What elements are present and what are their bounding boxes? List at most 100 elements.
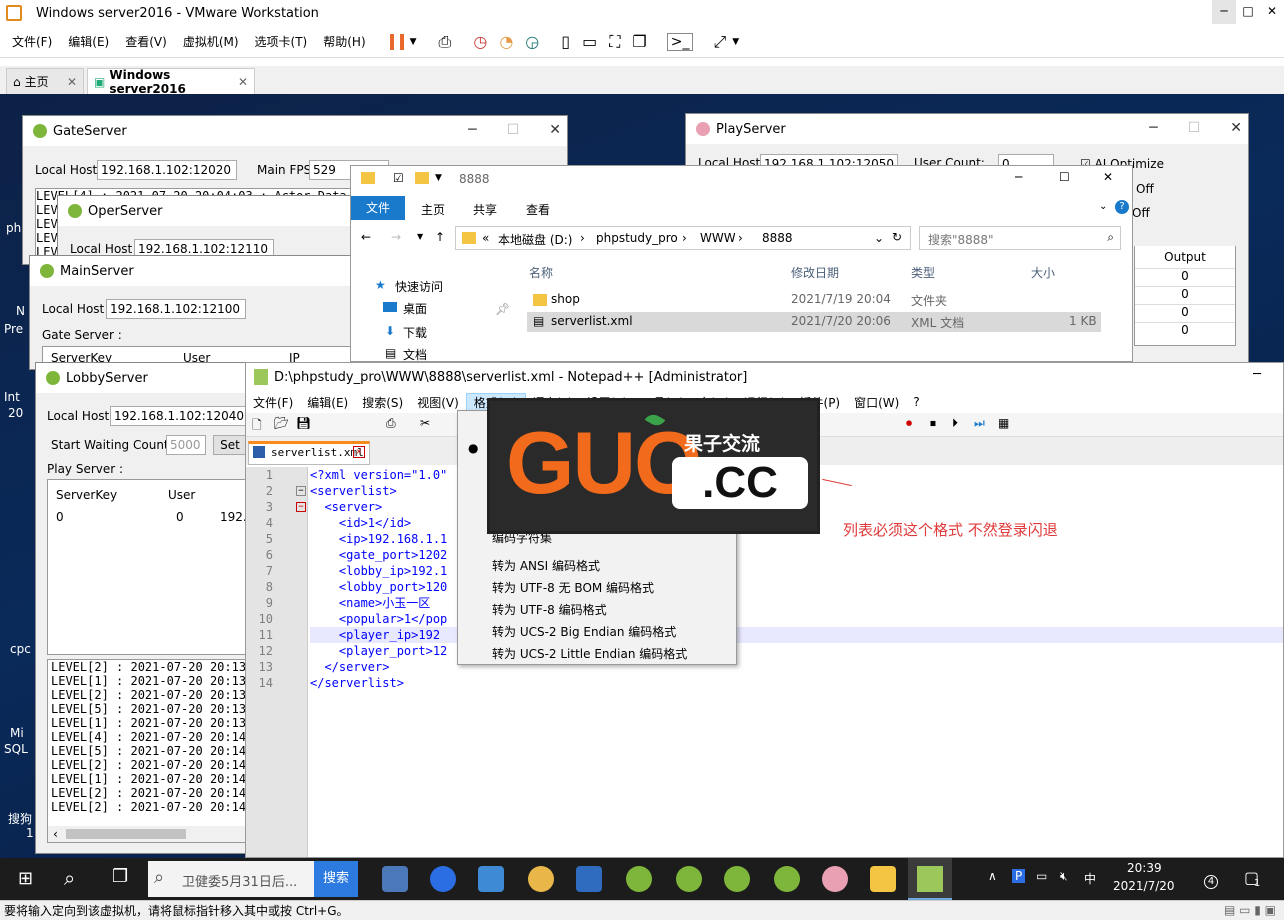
task-view-icon[interactable]: ❐ [112,866,128,887]
fold-icon[interactable]: − [296,486,306,496]
ribbon-tab-share[interactable]: 共享 [473,201,497,218]
fullscreen-icon[interactable]: ⛶ [609,32,620,52]
volume-muted-icon[interactable]: 🔇︎ [1060,869,1068,884]
file-explorer-icon[interactable] [870,866,896,892]
menu-vm[interactable]: 虚拟机(M) [175,33,247,50]
sogou-icon[interactable] [430,866,456,892]
local-host-field[interactable]: 192.168.1.102:12100 [106,299,246,319]
minimize-button[interactable]: ─ [1212,0,1236,24]
menu-help[interactable]: 帮助(H) [315,33,373,50]
search-icon[interactable]: ⌕ [1107,230,1114,245]
search-input[interactable]: 搜索"8888" ⌕ [919,226,1121,250]
breadcrumb-item[interactable]: 本地磁盘 (D:) [498,231,572,248]
file-row[interactable]: shop 2021/7/19 20:04 文件夹 [527,290,1101,310]
column-header-date[interactable]: 修改日期 [791,264,839,281]
horizontal-scrollbar[interactable]: ‹ [48,826,246,842]
unity-icon[interactable]: ❐ [632,32,646,51]
menu-edit[interactable]: 编辑(E) [300,394,355,411]
desktop-label[interactable]: Pre [4,322,23,336]
close-icon[interactable]: ✕ [353,446,365,458]
print-icon[interactable]: ⎙ [386,416,396,431]
chevron-up-icon[interactable]: ∧ [988,869,997,883]
nav-item-quick-access[interactable]: 快速访问 [395,278,443,295]
record-macro-icon[interactable]: ⏺ [906,416,912,431]
play-macro-icon[interactable]: ⏵ [952,416,958,431]
windows-start-icon[interactable]: ⊞ [18,868,33,889]
menu-edit[interactable]: 编辑(E) [60,33,117,50]
server-manager-icon[interactable] [382,866,408,892]
desktop-label[interactable]: SQL [4,742,28,756]
menu-file[interactable]: 文件(F) [246,394,300,411]
menu-view[interactable]: 视图(V) [410,394,466,411]
menu-view[interactable]: 查看(V) [117,33,175,50]
chevron-down-icon[interactable]: ▼ [417,232,423,241]
close-icon[interactable]: ✕ [67,75,77,89]
chevron-left-icon[interactable]: ‹ [52,827,59,841]
breadcrumb-item[interactable]: 8888 [762,231,793,245]
play-server-grid[interactable]: ServerKey User 0 0 192. [47,479,247,655]
desktop-label[interactable]: Mi [10,726,24,740]
lobby-log[interactable]: LEVEL[2] : 2021-07-20 20:13:18 : LEVEL[1… [47,659,247,843]
minimize-icon[interactable]: ─ [468,122,476,138]
desktop-label[interactable]: Int [4,390,20,404]
ime-p-icon[interactable]: P [1012,869,1026,883]
minimize-icon[interactable]: ─ [1015,170,1022,184]
breadcrumb-item[interactable]: WWW [700,231,736,245]
menu-window[interactable]: 窗口(W) [847,394,906,411]
ime-indicator[interactable]: 中 [1084,870,1096,887]
close-icon[interactable]: ✕ [1103,170,1113,184]
menu-item-ucs2-le[interactable]: 转为 UCS-2 Little Endian 编码格式 [492,645,687,662]
maximize-icon[interactable]: ☐ [507,122,520,138]
wait-count-field[interactable]: 5000 [166,435,206,455]
thumbnail-icon[interactable]: ▭ [582,32,597,51]
forward-icon[interactable]: → [391,230,401,244]
close-icon[interactable]: ✕ [1230,120,1242,136]
chevron-down-icon[interactable]: ⌄ [874,231,884,245]
local-host-field[interactable]: 192.168.1.102:12020 [97,160,237,180]
breadcrumb-item[interactable]: phpstudy_pro [596,231,678,245]
ribbon-tab-view[interactable]: 查看 [526,201,550,218]
chevron-down-icon[interactable]: ▼ [410,37,417,47]
menu-tabs[interactable]: 选项卡(T) [247,33,316,50]
tab-vm[interactable]: ▣ Windows server2016 ✕ [87,68,255,96]
nav-item-documents[interactable]: 文档 [403,346,427,363]
chick-icon[interactable] [528,866,554,892]
pin-icon[interactable]: 📌︎ [495,302,510,316]
close-icon[interactable]: ✕ [549,122,561,138]
new-file-icon[interactable]: 🗋 [252,416,262,437]
sidebar-icon[interactable]: ▯ [561,32,570,51]
ribbon-tab-file[interactable]: 文件 [351,196,405,220]
column-header[interactable]: ServerKey [56,488,117,502]
taskbar-search-input[interactable]: ⌕ 卫健委5月31日后... [148,861,314,897]
cut-icon[interactable]: ✂ [420,416,430,430]
explorer-window[interactable]: ☑ ▼ 8888 ─ ☐ ✕ 文件 主页 共享 查看 ⌄ ? ← → ▼ ↑ «… [350,165,1133,362]
chevron-down-icon[interactable]: ▼ [732,37,739,47]
desktop-label[interactable]: 1 [26,826,34,840]
desktop-label[interactable]: 搜狗 [8,810,32,827]
lobbyserver-window[interactable]: LobbyServer Local Host 192.168.1.102:120… [35,362,247,854]
close-button[interactable]: ✕ [1260,0,1284,24]
desktop-label[interactable]: ph [6,221,21,235]
console-icon[interactable]: >_ [666,32,694,51]
column-header-name[interactable]: 名称 [529,264,553,281]
menu-search[interactable]: 搜索(S) [355,394,410,411]
column-header-size[interactable]: 大小 [1031,264,1055,281]
maximize-button[interactable]: □ [1236,0,1260,24]
chevron-down-icon[interactable]: ⌄ [1099,201,1107,212]
menu-item-utf8-nobom[interactable]: 转为 UTF-8 无 BOM 编码格式 [492,579,654,596]
menu-help[interactable]: ? [906,395,926,409]
refresh-icon[interactable]: ↻ [892,230,902,244]
nav-item-desktop[interactable]: 桌面 [403,300,427,317]
snapshot-icon[interactable]: ◷ [473,32,487,51]
maximize-icon[interactable]: ☐ [1188,120,1201,136]
clock-date[interactable]: 2021/7/20 [1113,879,1175,893]
help-icon[interactable]: ? [1115,200,1129,214]
output-grid[interactable]: Output 0 0 0 0 [1134,246,1236,346]
properties-icon[interactable]: ☑ [393,171,404,185]
tab-home[interactable]: ⌂ 主页 ✕ [6,68,84,94]
playserver-taskbar-icon[interactable] [822,866,848,892]
close-icon[interactable]: ✕ [238,75,248,89]
column-header[interactable]: User [168,488,195,502]
column-header-type[interactable]: 类型 [911,264,935,281]
gateserver-taskbar-icon[interactable] [626,866,652,892]
